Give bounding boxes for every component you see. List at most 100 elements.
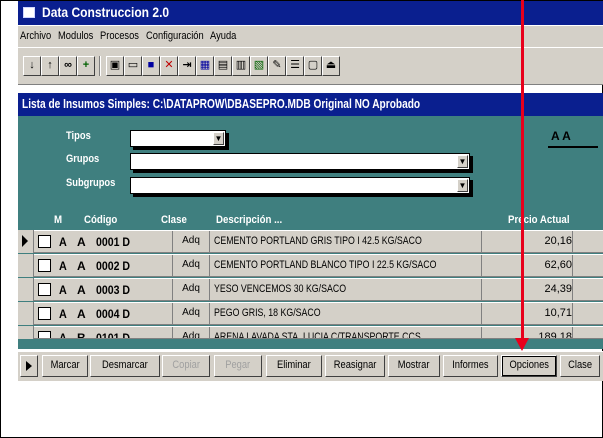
tipos-select[interactable]: ▼: [130, 130, 226, 147]
cell-c1: A: [59, 307, 67, 321]
row-selector[interactable]: [18, 326, 34, 339]
save-icon[interactable]: ■: [142, 56, 160, 76]
subgrupos-select[interactable]: ▼: [130, 177, 470, 194]
reasignar-label: Reasignar: [333, 359, 377, 371]
menu-ayuda[interactable]: Ayuda: [210, 30, 236, 42]
table-row[interactable]: A A 0004 D Adq PEGO GRIS, 18 KG/SACO 10,…: [34, 302, 603, 325]
eliminar-label: Eliminar: [277, 359, 311, 371]
cell-c2: A: [77, 283, 86, 297]
app-window-icon[interactable]: [23, 7, 35, 18]
list-title: Lista de Insumos Simples: C:\DATAPROW\DB…: [22, 96, 421, 111]
column-divider: [481, 255, 482, 276]
opciones-button[interactable]: Opciones: [501, 355, 557, 377]
cell-c1: A: [59, 259, 67, 273]
cell-c2: A: [77, 259, 86, 273]
open-folder-icon[interactable]: ▭: [124, 56, 142, 76]
row-checkbox[interactable]: [38, 235, 51, 248]
menu-bar: Archivo Modulos Procesos Configuración A…: [18, 25, 603, 47]
table-row[interactable]: A A 0003 D Adq YESO VENCEMOS 30 KG/SACO …: [34, 278, 603, 301]
sort-ascending-icon[interactable]: ↓: [23, 56, 41, 76]
clase-label: Clase: [568, 359, 592, 371]
add-icon[interactable]: +: [77, 56, 95, 76]
list-icon[interactable]: ☰: [286, 56, 304, 76]
menu-archivo[interactable]: Archivo: [20, 30, 51, 42]
column-divider: [481, 327, 482, 338]
form-icon[interactable]: ▥: [232, 56, 250, 76]
window-icon[interactable]: ▢: [304, 56, 322, 76]
column-header-descripcion[interactable]: Descripción ...: [216, 214, 282, 226]
menu-configuracion[interactable]: Configuración: [146, 30, 204, 42]
mostrar-button[interactable]: Mostrar: [388, 355, 440, 377]
grupos-label: Grupos: [66, 153, 100, 165]
top-right-indicator: A A: [551, 129, 571, 143]
column-header-clase[interactable]: Clase: [161, 214, 187, 226]
cell-c2: A: [77, 235, 86, 249]
row-checkbox[interactable]: [38, 307, 51, 320]
copiar-button[interactable]: Copiar: [162, 355, 210, 377]
indicator-underline: [548, 146, 598, 148]
cell-code: 0003 D: [96, 283, 131, 297]
cell-c2: A: [77, 307, 86, 321]
row-checkbox[interactable]: [38, 331, 51, 338]
column-divider: [481, 303, 482, 324]
toolbar-separator: [99, 56, 101, 76]
edit-icon[interactable]: ✎: [268, 56, 286, 76]
cell-price: 189,18: [538, 331, 572, 339]
window-title-bar: Data Construccion 2.0: [18, 1, 603, 25]
column-header-codigo[interactable]: Código: [84, 214, 117, 226]
pegar-button[interactable]: Pegar: [214, 355, 262, 377]
list-title-bar: Lista de Insumos Simples: C:\DATAPROW\DB…: [18, 93, 603, 116]
cell-clase: Adq: [172, 303, 210, 324]
toolbar: ↓ ↑ ∞ + ▣ ▭ ■ ✕ ⇥ ▦ ▤ ▥ ▧ ✎ ☰ ▢ ⏏: [18, 47, 603, 85]
desmarcar-button[interactable]: Desmarcar: [90, 355, 160, 377]
cell-description: PEGO GRIS, 18 KG/SACO: [214, 307, 321, 319]
report-icon[interactable]: ▧: [250, 56, 268, 76]
chevron-down-icon[interactable]: ▼: [457, 155, 468, 168]
menu-modulos[interactable]: Modulos: [58, 30, 93, 42]
row-selector[interactable]: [18, 278, 34, 301]
exit-door-icon[interactable]: ⏏: [322, 56, 340, 76]
cell-clase: Adq: [172, 279, 210, 300]
desmarcar-label: Desmarcar: [102, 359, 148, 371]
row-checkbox[interactable]: [38, 259, 51, 272]
delete-icon[interactable]: ✕: [160, 56, 178, 76]
table-row[interactable]: A A 0001 D Adq CEMENTO PORTLAND GRIS TIP…: [34, 230, 603, 253]
mostrar-label: Mostrar: [398, 359, 430, 371]
cell-description: YESO VENCEMOS 30 KG/SACO: [214, 283, 347, 295]
row-selector[interactable]: [18, 254, 34, 277]
column-divider: [572, 279, 573, 300]
grid-icon[interactable]: ▤: [214, 56, 232, 76]
table-icon[interactable]: ▦: [196, 56, 214, 76]
column-header-m[interactable]: M: [54, 214, 62, 226]
marcar-label: Marcar: [50, 359, 80, 371]
cell-clase: Adq: [172, 255, 210, 276]
view-icon[interactable]: ▣: [106, 56, 124, 76]
row-selector[interactable]: [18, 230, 34, 253]
menu-procesos[interactable]: Procesos: [100, 30, 139, 42]
marcar-button[interactable]: Marcar: [42, 355, 88, 377]
column-divider: [481, 279, 482, 300]
column-header-precio[interactable]: Precio Actual: [508, 214, 570, 226]
table-row[interactable]: A A 0002 D Adq CEMENTO PORTLAND BLANCO T…: [34, 254, 603, 277]
binoculars-icon[interactable]: ∞: [59, 56, 77, 76]
cell-c1: A: [59, 331, 67, 339]
clase-button[interactable]: Clase: [560, 355, 600, 377]
annotation-arrow-shaft: [521, 0, 524, 340]
row-selector[interactable]: [18, 302, 34, 325]
tipos-label: Tipos: [66, 130, 91, 142]
cell-c1: A: [59, 235, 67, 249]
cell-code: 0001 D: [96, 235, 131, 249]
insert-row-icon[interactable]: ⇥: [178, 56, 196, 76]
column-divider: [572, 255, 573, 276]
informes-button[interactable]: Informes: [443, 355, 498, 377]
sort-descending-icon[interactable]: ↑: [41, 56, 59, 76]
reasignar-button[interactable]: Reasignar: [325, 355, 385, 377]
chevron-down-icon[interactable]: ▼: [457, 179, 468, 192]
row-checkbox[interactable]: [38, 283, 51, 296]
cell-description: ARENA LAVADA STA. LUCIA C/TRANSPORTE CCS: [214, 331, 421, 339]
chevron-down-icon[interactable]: ▼: [213, 132, 224, 145]
pegar-label: Pegar: [225, 359, 251, 371]
navigate-button[interactable]: [20, 355, 38, 377]
eliminar-button[interactable]: Eliminar: [266, 355, 322, 377]
grupos-select[interactable]: ▼: [130, 153, 470, 170]
